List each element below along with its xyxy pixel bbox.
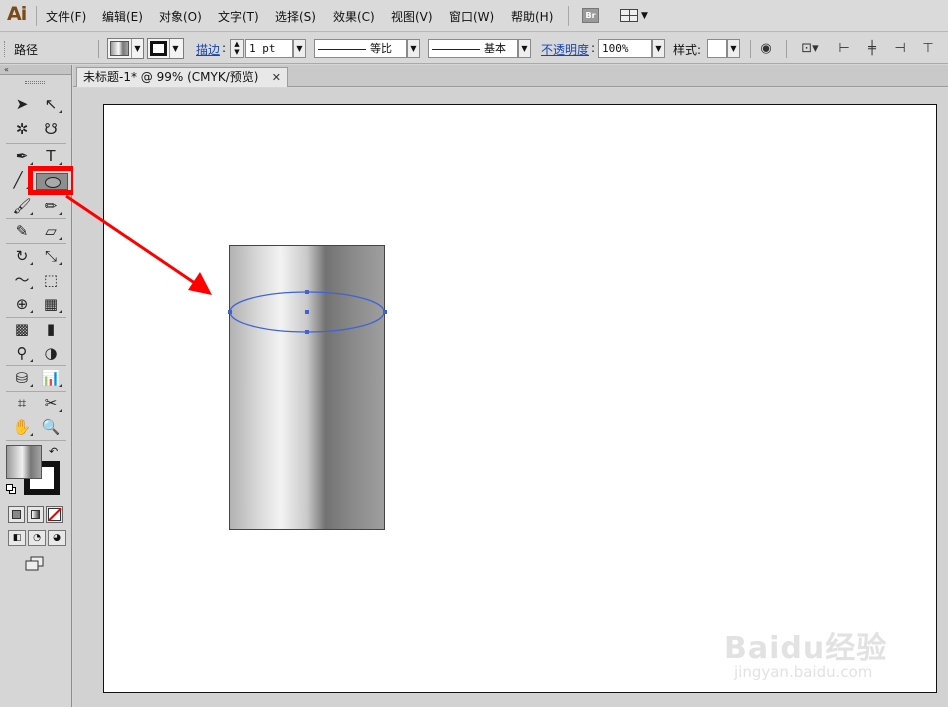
annotation-arrow-shaft (65, 194, 209, 294)
ellipse-center-point[interactable] (305, 310, 309, 314)
anchor-point[interactable] (305, 330, 309, 334)
watermark-brand: Baidu经验 (724, 631, 888, 666)
baidu-watermark: Baidu经验 jingyan.baidu.com (724, 623, 888, 681)
watermark-url: jingyan.baidu.com (734, 663, 873, 681)
fill-color-swatch[interactable] (6, 445, 42, 479)
anchor-point[interactable] (383, 310, 387, 314)
anchor-point[interactable] (228, 310, 232, 314)
anchor-point[interactable] (305, 290, 309, 294)
canvas-overlay (65, 194, 387, 334)
annotation-arrow-head (188, 272, 212, 295)
